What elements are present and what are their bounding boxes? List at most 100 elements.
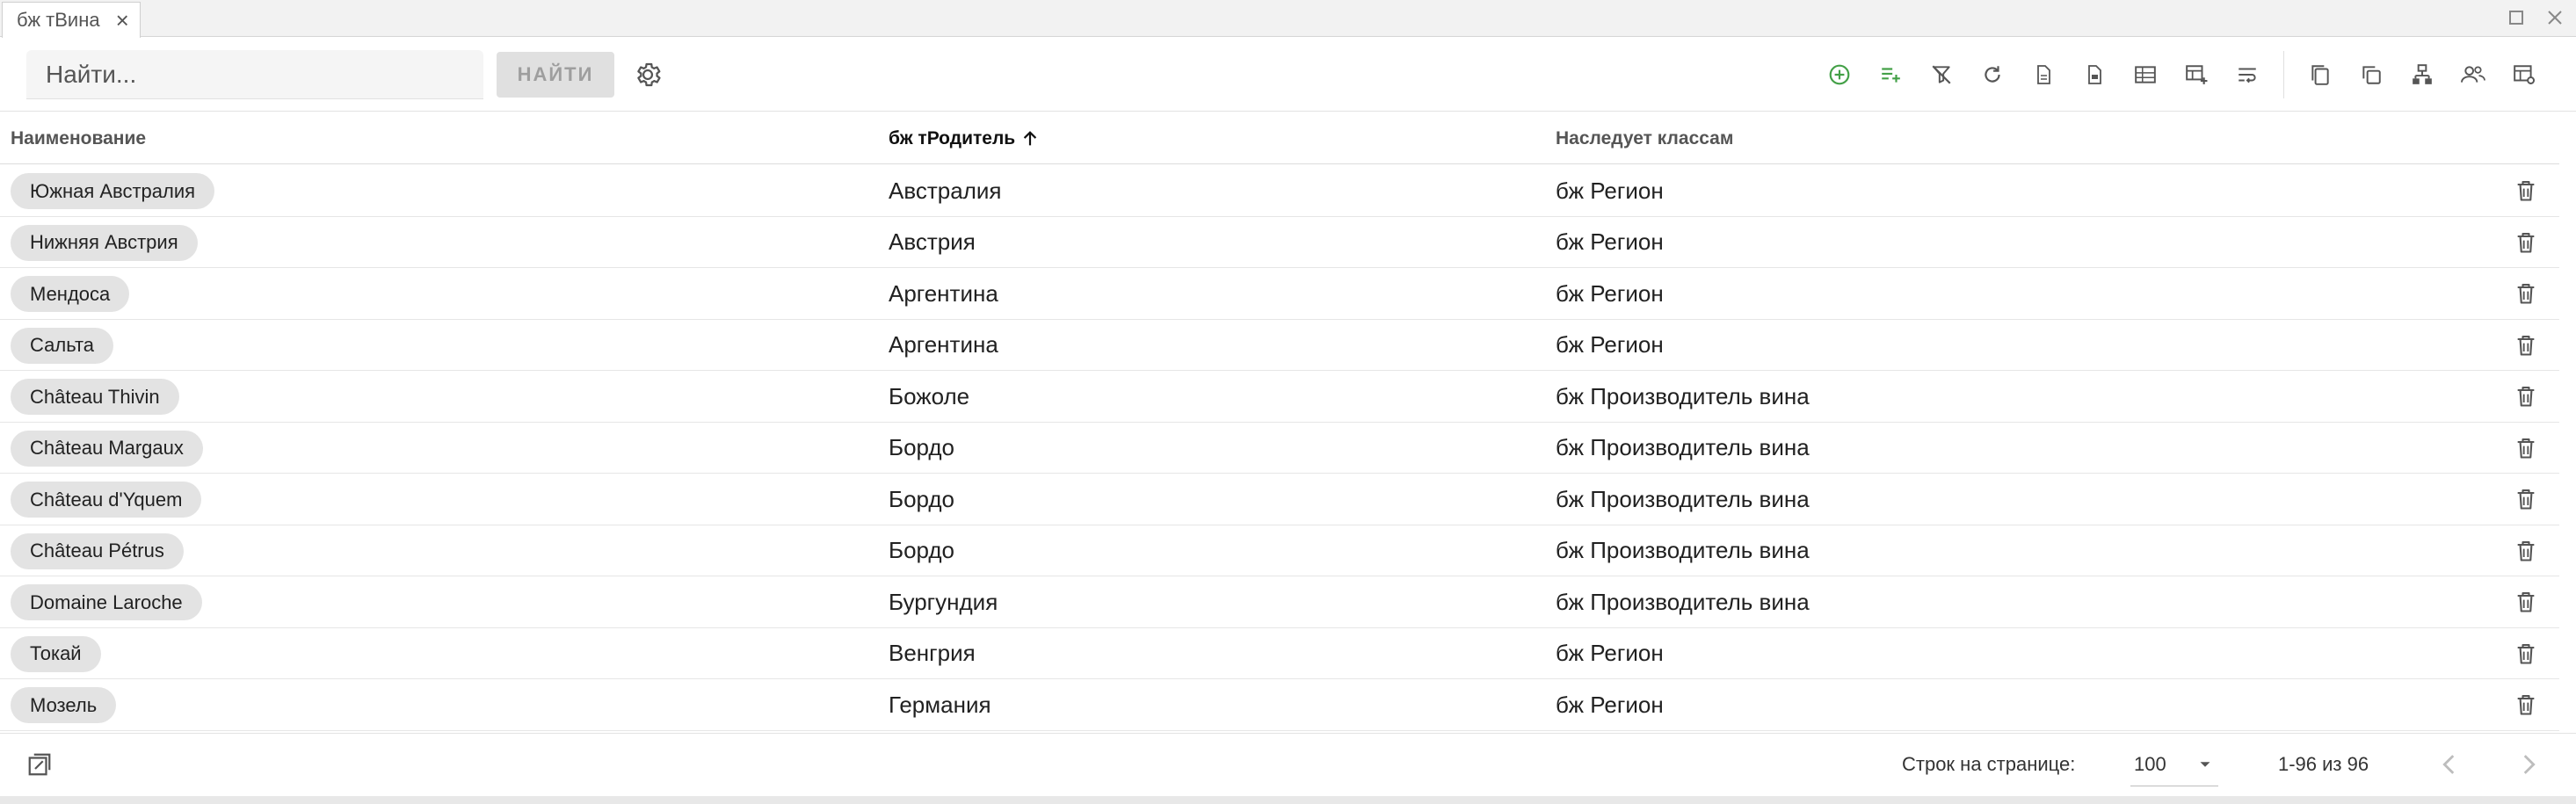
- inherits-cell: бж Регион: [1556, 640, 1664, 666]
- hierarchy-icon[interactable]: [2397, 55, 2448, 94]
- parent-cell: Аргентина: [889, 331, 998, 358]
- trash-icon[interactable]: [2514, 230, 2538, 255]
- table-row[interactable]: Южная Австралия Австралия бж Регион: [0, 165, 2559, 217]
- name-chip[interactable]: Нижняя Австрия: [11, 224, 198, 261]
- tab-strip: бж тВина ×: [0, 0, 2576, 38]
- toolbar-actions: [1814, 51, 2550, 98]
- parent-cell: Венгрия: [889, 640, 976, 666]
- name-chip[interactable]: Мендоса: [11, 276, 130, 312]
- trash-icon[interactable]: [2514, 641, 2538, 666]
- caret-down-icon: [2200, 761, 2210, 767]
- inherits-cell: бж Регион: [1556, 177, 1664, 204]
- column-header-inherits[interactable]: Наследует классам: [1556, 112, 1733, 164]
- table-row[interactable]: Château d'Yquem Бордо бж Производитель вин…: [0, 474, 2559, 525]
- users-icon[interactable]: [2448, 55, 2499, 94]
- toolbar: НАЙТИ: [0, 38, 2576, 112]
- export-doc-icon[interactable]: [2018, 55, 2069, 94]
- refresh-icon[interactable]: [1967, 55, 2018, 94]
- duplicate-icon[interactable]: [2346, 55, 2397, 94]
- column-header-label: бж тРодитель: [889, 127, 1016, 148]
- close-icon[interactable]: ×: [116, 9, 129, 32]
- chevron-left-icon[interactable]: [2435, 750, 2464, 779]
- edit-window-icon[interactable]: [26, 751, 53, 778]
- table-row[interactable]: Château Pétrus Бордо бж Производитель вина: [0, 525, 2559, 576]
- window: бж тВина × НАЙТИ: [0, 0, 2576, 804]
- name-chip[interactable]: Токай: [11, 635, 101, 672]
- inherits-cell: бж Регион: [1556, 279, 1664, 307]
- rows-per-page-label: Строк на странице:: [1902, 753, 2076, 775]
- window-controls: [2504, 5, 2567, 30]
- trash-icon[interactable]: [2514, 590, 2538, 614]
- maximize-icon[interactable]: [2504, 5, 2529, 30]
- clear-filter-icon[interactable]: [1916, 55, 1967, 94]
- inherits-cell: бж Производитель вина: [1556, 485, 1810, 512]
- trash-icon[interactable]: [2514, 333, 2538, 358]
- tab-wines[interactable]: бж тВина ×: [2, 2, 141, 38]
- parent-cell: Аргентина: [889, 279, 998, 307]
- name-chip[interactable]: Château Margaux: [11, 430, 203, 467]
- add-list-icon[interactable]: [1865, 55, 1916, 94]
- rows-per-page-select[interactable]: 100: [2130, 742, 2218, 786]
- table-footer: Строк на странице: 100 1-96 из 96: [0, 733, 2576, 796]
- trash-icon[interactable]: [2514, 487, 2538, 511]
- inherits-cell: бж Регион: [1556, 691, 1664, 718]
- toolbar-separator: [2283, 51, 2284, 98]
- search-input[interactable]: [26, 50, 483, 99]
- parent-cell: Германия: [889, 691, 991, 718]
- inherits-cell: бж Производитель вина: [1556, 382, 1810, 409]
- trash-icon[interactable]: [2514, 281, 2538, 306]
- inherits-cell: бж Производитель вина: [1556, 537, 1810, 563]
- parent-cell: Бордо: [889, 485, 955, 512]
- name-chip[interactable]: Château Thivin: [11, 379, 179, 415]
- sort-ascending-icon: [1024, 130, 1037, 145]
- gear-icon[interactable]: [633, 60, 663, 90]
- parent-cell: Австралия: [889, 177, 1002, 204]
- table-header: Наименование бж тРодитель Наследует клас…: [0, 112, 2559, 164]
- wrap-text-icon[interactable]: [2222, 55, 2273, 94]
- table-row[interactable]: Мозель Германия бж Регион: [0, 679, 2559, 731]
- parent-cell: Божоле: [889, 382, 970, 409]
- add-column-icon[interactable]: [2171, 55, 2222, 94]
- close-window-icon[interactable]: [2543, 5, 2567, 30]
- find-button[interactable]: НАЙТИ: [497, 52, 614, 98]
- parent-cell: Бургундия: [889, 588, 998, 615]
- trash-icon[interactable]: [2514, 436, 2538, 460]
- parent-cell: Австрия: [889, 228, 976, 255]
- table-row[interactable]: Сальта Аргентина бж Регион: [0, 320, 2559, 371]
- chevron-right-icon[interactable]: [2514, 750, 2543, 779]
- table-row[interactable]: Нижняя Австрия Австрия бж Регион: [0, 217, 2559, 268]
- table-row[interactable]: Токай Венгрия бж Регион: [0, 628, 2559, 679]
- table-row[interactable]: Domaine Laroche Бургундия бж Производитель…: [0, 576, 2559, 628]
- name-chip[interactable]: Domaine Laroche: [11, 584, 202, 620]
- inherits-cell: бж Производитель вина: [1556, 588, 1810, 615]
- column-header-name[interactable]: Наименование: [11, 112, 146, 164]
- table-row[interactable]: Château Margaux Бордо бж Производитель вин…: [0, 423, 2559, 474]
- inherits-cell: бж Регион: [1556, 331, 1664, 358]
- name-chip[interactable]: Южная Австралия: [11, 173, 215, 209]
- parent-cell: Бордо: [889, 434, 955, 460]
- table-body: Южная Австралия Австралия бж Регион Нижняя …: [0, 165, 2559, 731]
- table-row[interactable]: Château Thivin Божоле бж Производитель вин…: [0, 371, 2559, 423]
- copy-icon[interactable]: [2295, 55, 2346, 94]
- trash-icon[interactable]: [2514, 178, 2538, 203]
- name-chip[interactable]: Château d'Yquem: [11, 482, 202, 518]
- export-excel-icon[interactable]: [2120, 55, 2171, 94]
- tab-label: бж тВина: [17, 9, 100, 31]
- column-header-parent[interactable]: бж тРодитель: [889, 112, 1040, 164]
- name-chip[interactable]: Château Pétrus: [11, 532, 184, 569]
- column-header-label: Наименование: [11, 127, 147, 148]
- table-settings-icon[interactable]: [2499, 55, 2550, 94]
- table-row[interactable]: Мендоса Аргентина бж Регион: [0, 268, 2559, 320]
- column-header-label: Наследует классам: [1556, 127, 1734, 148]
- parent-cell: Бордо: [889, 537, 955, 563]
- bottom-border: [0, 796, 2576, 804]
- trash-icon[interactable]: [2514, 539, 2538, 563]
- trash-icon[interactable]: [2514, 384, 2538, 409]
- rows-per-page-value: 100: [2134, 752, 2166, 775]
- name-chip[interactable]: Мозель: [11, 687, 117, 723]
- add-circle-icon[interactable]: [1814, 55, 1865, 94]
- trash-icon[interactable]: [2514, 692, 2538, 717]
- inherits-cell: бж Производитель вина: [1556, 434, 1810, 460]
- export-pdf-icon[interactable]: [2069, 55, 2120, 94]
- name-chip[interactable]: Сальта: [11, 327, 114, 364]
